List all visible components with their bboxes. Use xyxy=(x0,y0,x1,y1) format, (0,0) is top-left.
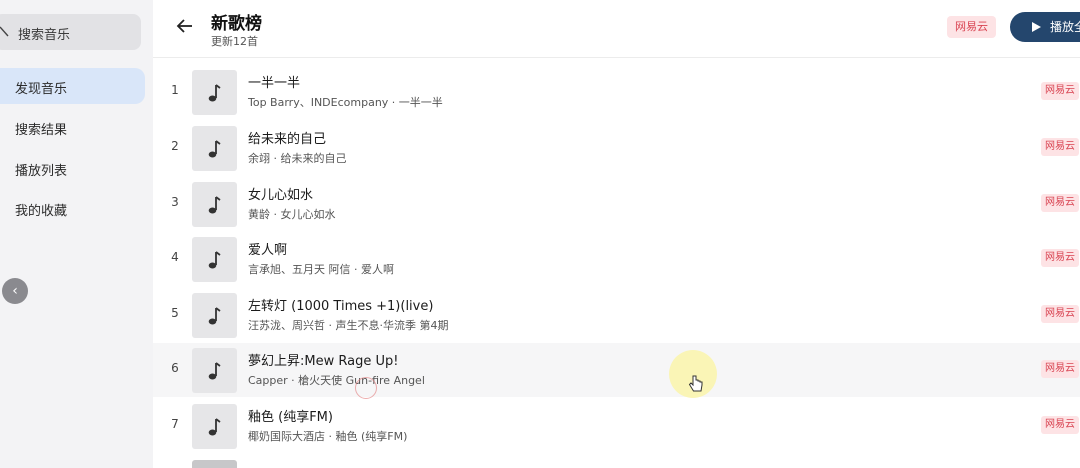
sidebar: 搜索音乐 发现音乐 搜索结果 播放列表 我的收藏 ‹ xyxy=(0,0,153,468)
song-index: 5 xyxy=(171,306,179,320)
play-all-label: 播放全 xyxy=(1050,20,1080,34)
song-cover xyxy=(192,293,237,338)
music-note-icon xyxy=(208,196,221,214)
play-all-button[interactable]: 播放全 xyxy=(1010,12,1080,42)
song-cover xyxy=(192,126,237,171)
song-index: 3 xyxy=(171,195,179,209)
source-badge: 网易云 xyxy=(947,16,996,38)
song-meta: 椰奶国际大酒店 · 釉色 (纯享FM) xyxy=(248,430,408,443)
music-note-icon xyxy=(208,84,221,102)
page-title: 新歌榜 xyxy=(211,14,262,34)
song-cover xyxy=(192,404,237,449)
source-tag: 网易云 xyxy=(1041,82,1079,100)
song-index: 1 xyxy=(171,83,179,97)
music-note-icon xyxy=(208,418,221,436)
sidebar-item-favorites[interactable]: 我的收藏 xyxy=(0,190,145,226)
sidebar-item-label: 播放列表 xyxy=(15,164,68,179)
click-indicator xyxy=(355,377,377,399)
song-index: 6 xyxy=(171,361,179,375)
song-meta: Top Barry、INDEcompany · 一半一半 xyxy=(248,96,443,109)
song-meta: 黄龄 · 女儿心如水 xyxy=(248,208,336,221)
main-content: 新歌榜 更新12首 网易云 播放全 1 一半一半 Top Barry、INDEc… xyxy=(153,0,1080,468)
song-cover xyxy=(192,348,237,393)
playlist-icon xyxy=(0,161,6,175)
play-icon xyxy=(1032,22,1041,32)
song-name: 夢幻上昇:Mew Rage Up! xyxy=(248,354,399,369)
song-meta: 余翊 · 给未来的自己 xyxy=(248,152,347,165)
song-row[interactable]: 1 一半一半 Top Barry、INDEcompany · 一半一半 网易云 xyxy=(153,65,1080,119)
sidebar-search-label: 搜索音乐 xyxy=(18,28,71,43)
source-tag: 网易云 xyxy=(1041,305,1079,323)
source-tag: 网易云 xyxy=(1041,416,1079,434)
sidebar-item-label: 搜索结果 xyxy=(15,123,68,138)
sidebar-item-label: 发现音乐 xyxy=(15,82,68,97)
song-row[interactable]: 4 爱人啊 言承旭、五月天 阿信 · 爱人啊 网易云 xyxy=(153,232,1080,286)
sidebar-item-label: 我的收藏 xyxy=(15,204,68,219)
favorites-icon xyxy=(0,201,6,215)
song-cover xyxy=(192,460,237,468)
song-name: 爱人啊 xyxy=(248,243,288,258)
song-row[interactable]: 2 给未来的自己 余翊 · 给未来的自己 网易云 xyxy=(153,121,1080,175)
song-meta: 言承旭、五月天 阿信 · 爱人啊 xyxy=(248,263,394,276)
song-name: 给未来的自己 xyxy=(248,132,327,147)
song-row[interactable]: 7 釉色 (纯享FM) 椰奶国际大酒店 · 釉色 (纯享FM) 网易云 xyxy=(153,399,1080,453)
sidebar-item-search-results[interactable]: 搜索结果 xyxy=(0,109,145,145)
source-tag: 网易云 xyxy=(1041,138,1079,156)
song-index: 7 xyxy=(171,417,179,431)
discover-icon xyxy=(0,79,6,93)
song-index: 4 xyxy=(171,250,179,264)
page-header: 新歌榜 更新12首 网易云 播放全 xyxy=(153,0,1080,58)
source-tag: 网易云 xyxy=(1041,249,1079,267)
hand-cursor-icon xyxy=(688,375,703,392)
music-note-icon xyxy=(208,140,221,158)
sidebar-search[interactable]: 搜索音乐 xyxy=(0,14,141,50)
song-cover xyxy=(192,182,237,227)
song-row[interactable]: 6 夢幻上昇:Mew Rage Up! Capper · 槍火天使 Gun-fi… xyxy=(153,343,1080,397)
song-meta: 汪苏泷、周兴哲 · 声生不息·华流季 第4期 xyxy=(248,319,449,332)
song-index: 2 xyxy=(171,139,179,153)
song-name: 左转灯 (1000 Times +1)(live) xyxy=(248,299,434,314)
sidebar-item-discover[interactable]: 发现音乐 xyxy=(0,68,145,104)
source-tag: 网易云 xyxy=(1041,360,1079,378)
song-cover xyxy=(192,70,237,115)
song-name: 釉色 (纯享FM) xyxy=(248,410,333,425)
source-tag: 网易云 xyxy=(1041,194,1079,212)
song-row[interactable]: 3 女儿心如水 黄龄 · 女儿心如水 网易云 xyxy=(153,177,1080,231)
music-note-icon xyxy=(208,307,221,325)
music-note-icon xyxy=(208,362,221,380)
page-subtitle: 更新12首 xyxy=(211,35,258,48)
song-name: 一半一半 xyxy=(248,76,301,91)
song-row[interactable]: 5 左转灯 (1000 Times +1)(live) 汪苏泷、周兴哲 · 声生… xyxy=(153,288,1080,342)
sidebar-collapse-button[interactable]: ‹ xyxy=(2,278,28,304)
sidebar-item-playlist[interactable]: 播放列表 xyxy=(0,150,145,186)
song-name: 女儿心如水 xyxy=(248,188,314,203)
music-note-icon xyxy=(208,251,221,269)
song-meta: Capper · 槍火天使 Gun-fire Angel xyxy=(248,374,425,387)
search-results-icon xyxy=(0,120,6,134)
song-cover xyxy=(192,237,237,282)
search-icon xyxy=(0,26,9,37)
back-arrow-icon[interactable] xyxy=(175,16,195,36)
